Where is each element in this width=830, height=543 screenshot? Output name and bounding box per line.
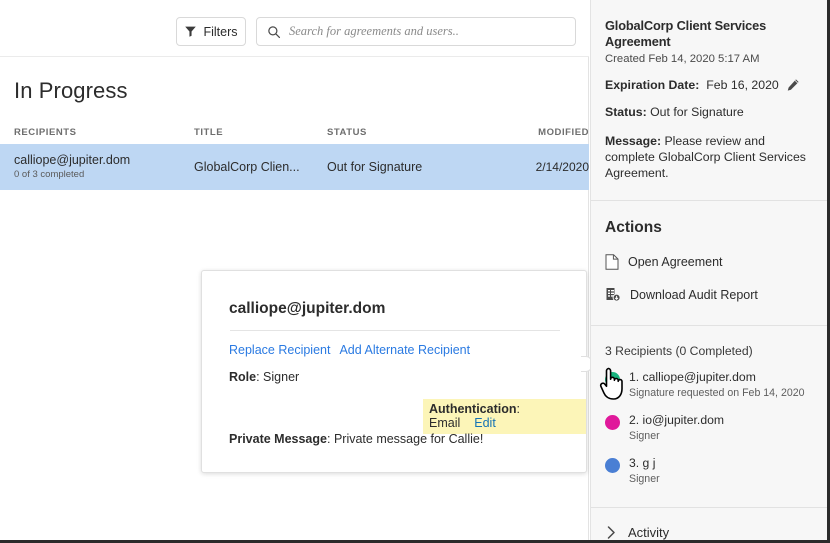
funnel-icon (184, 25, 197, 38)
divider-1 (591, 200, 827, 201)
recipient-sub-3: Signer (629, 473, 660, 485)
recipient-name-2: 2. io@jupiter.dom (629, 413, 725, 427)
cell-modified: 2/14/2020 (535, 160, 589, 174)
column-header-title: TITLE (194, 126, 224, 138)
column-header-status: STATUS (327, 126, 367, 138)
recipient-item-1[interactable]: 1. calliope@jupiter.dom Signature reques… (605, 370, 813, 401)
divider-2 (591, 325, 827, 326)
card-divider (230, 330, 560, 331)
main-panel: Filters Search for agreements and users.… (0, 0, 592, 540)
detail-sidebar: GlobalCorp Client Services Agreement Cre… (590, 0, 827, 540)
message-label: Message: (605, 134, 662, 148)
recipient-name-3: 3. g j (629, 456, 656, 470)
add-alternate-recipient-link[interactable]: Add Alternate Recipient (339, 343, 470, 357)
recipients-count-label: 3 Recipients (0 Completed) (605, 344, 753, 358)
page-title: In Progress (14, 78, 128, 103)
table-header-row: RECIPIENTS TITLE STATUS MODIFIED (0, 120, 589, 144)
agreement-summary-block: GlobalCorp Client Services Agreement Cre… (591, 18, 827, 181)
table-row[interactable]: calliope@jupiter.dom 0 of 3 completed Gl… (0, 144, 589, 190)
agreements-table: RECIPIENTS TITLE STATUS MODIFIED calliop… (0, 120, 589, 190)
filters-label: Filters (203, 24, 238, 39)
actions-block: Actions Open Agreement Download Audit Re… (591, 219, 827, 325)
expiration-date-value: Feb 16, 2020 (706, 78, 779, 92)
status-label: Status: (605, 105, 647, 119)
message-row: Message: Please review and complete Glob… (605, 133, 813, 181)
private-message-value: Private message for Callie! (333, 432, 484, 446)
recipient-text-1: 1. calliope@jupiter.dom Signature reques… (629, 370, 805, 401)
recipient-sub-2: Signer (629, 430, 660, 442)
recipient-detail-card: calliope@jupiter.dom Replace Recipient Ad… (201, 270, 592, 473)
activity-section-toggle[interactable]: Activity (591, 508, 827, 540)
download-audit-report-label: Download Audit Report (630, 288, 758, 302)
recipients-block: 3 Recipients (0 Completed) 1. calliope@j… (591, 344, 827, 507)
agreement-title: GlobalCorp Client Services Agreement (605, 18, 767, 49)
cell-title: GlobalCorp Clien... (194, 160, 300, 174)
private-message-label: Private Message (229, 432, 327, 446)
open-agreement-label: Open Agreement (628, 255, 723, 269)
row-recipient-progress: 0 of 3 completed (14, 169, 85, 180)
recipient-status-dot (605, 372, 620, 387)
recipient-text-3: 3. g j Signer (629, 456, 660, 487)
chevron-right-icon (607, 526, 616, 539)
recipient-text-2: 2. io@jupiter.dom Signer (629, 413, 724, 444)
pencil-icon[interactable] (786, 78, 800, 92)
card-field-role: Role: Signer (229, 370, 300, 384)
document-icon (605, 254, 619, 270)
filters-button[interactable]: Filters (176, 17, 246, 46)
expiration-date-label: Expiration Date: (605, 78, 700, 92)
row-recipient-email: calliope@jupiter.dom (14, 153, 131, 167)
application-window: Filters Search for agreements and users.… (0, 0, 830, 543)
open-agreement-action[interactable]: Open Agreement (605, 254, 813, 270)
agreement-created-date: Created Feb 14, 2020 5:17 AM (605, 53, 760, 65)
status-value: Out for Signature (650, 105, 744, 119)
card-field-authentication: Authentication: Email Edit (423, 399, 586, 434)
recipient-item-2[interactable]: 2. io@jupiter.dom Signer (605, 413, 813, 444)
authentication-edit-link[interactable]: Edit (474, 416, 496, 430)
activity-label: Activity (628, 525, 670, 540)
search-icon (267, 25, 281, 39)
authentication-label: Authentication (429, 402, 517, 416)
card-field-private-message: Private Message: Private message for Cal… (229, 432, 484, 446)
actions-heading: Actions (605, 219, 662, 236)
role-value: Signer (263, 370, 300, 384)
expiration-date-row: Expiration Date: Feb 16, 2020 (605, 78, 813, 92)
search-placeholder-text: Search for agreements and users.. (289, 24, 459, 38)
card-links-row: Replace Recipient Add Alternate Recipient (229, 343, 470, 357)
recipient-name-1: 1. calliope@jupiter.dom (629, 370, 756, 384)
cell-status: Out for Signature (327, 160, 423, 174)
recipient-item-3[interactable]: 3. g j Signer (605, 456, 813, 487)
recipient-status-dot (605, 415, 620, 430)
column-header-modified: MODIFIED (538, 126, 589, 138)
top-toolbar: Filters Search for agreements and users.… (0, 0, 589, 57)
cell-recipients: calliope@jupiter.dom 0 of 3 completed (14, 152, 194, 182)
audit-report-icon (605, 287, 621, 303)
recipient-sub-1: Signature requested on Feb 14, 2020 (629, 387, 805, 399)
column-header-recipients: RECIPIENTS (14, 126, 77, 138)
role-label: Role (229, 370, 257, 384)
authentication-value: Email (429, 416, 461, 430)
download-audit-report-action[interactable]: Download Audit Report (605, 287, 813, 303)
search-input[interactable]: Search for agreements and users.. (256, 17, 576, 46)
card-title: calliope@jupiter.dom (229, 300, 386, 317)
replace-recipient-link[interactable]: Replace Recipient (229, 343, 330, 357)
status-row: Status: Out for Signature (605, 105, 813, 119)
recipient-status-dot (605, 458, 620, 473)
